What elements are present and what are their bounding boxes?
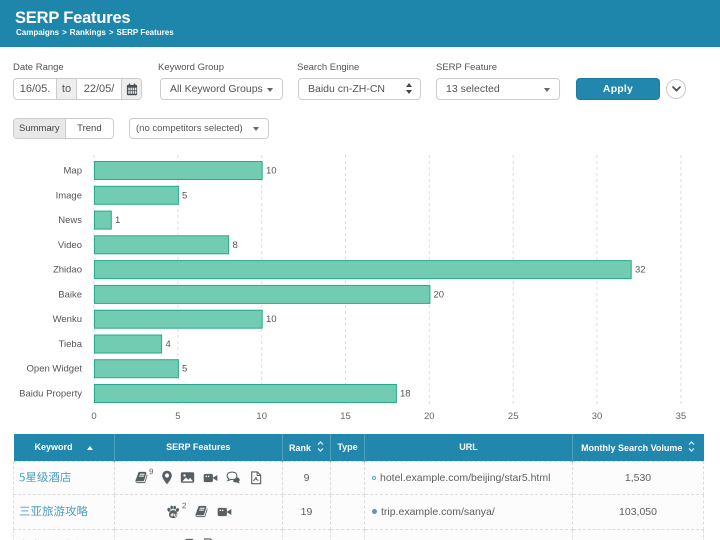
- svg-text:News: News: [58, 215, 82, 226]
- svg-text:Zhidao: Zhidao: [53, 265, 82, 276]
- svg-text:Baidu Property: Baidu Property: [19, 389, 82, 400]
- svg-text:10: 10: [266, 166, 277, 177]
- svg-text:Video: Video: [58, 240, 82, 251]
- svg-text:4: 4: [166, 339, 171, 350]
- svg-text:25: 25: [508, 411, 519, 422]
- svg-text:Open Widget: Open Widget: [27, 364, 83, 375]
- svg-text:8: 8: [233, 240, 238, 251]
- svg-text:Map: Map: [64, 166, 82, 177]
- svg-text:5: 5: [182, 364, 187, 375]
- svg-text:Wenku: Wenku: [53, 314, 82, 325]
- svg-text:5: 5: [182, 190, 187, 201]
- svg-text:10: 10: [266, 314, 277, 325]
- svg-text:Baike: Baike: [58, 289, 82, 300]
- svg-text:20: 20: [434, 289, 445, 300]
- svg-text:20: 20: [424, 411, 435, 422]
- svg-text:1: 1: [115, 215, 120, 226]
- svg-text:15: 15: [340, 411, 351, 422]
- svg-text:10: 10: [256, 411, 267, 422]
- svg-text:35: 35: [676, 411, 687, 422]
- svg-text:Image: Image: [56, 190, 82, 201]
- svg-text:32: 32: [635, 265, 646, 276]
- svg-text:Tieba: Tieba: [59, 339, 83, 350]
- svg-text:18: 18: [400, 389, 411, 400]
- svg-text:5: 5: [175, 411, 180, 422]
- svg-text:0: 0: [91, 411, 96, 422]
- svg-text:30: 30: [592, 411, 603, 422]
